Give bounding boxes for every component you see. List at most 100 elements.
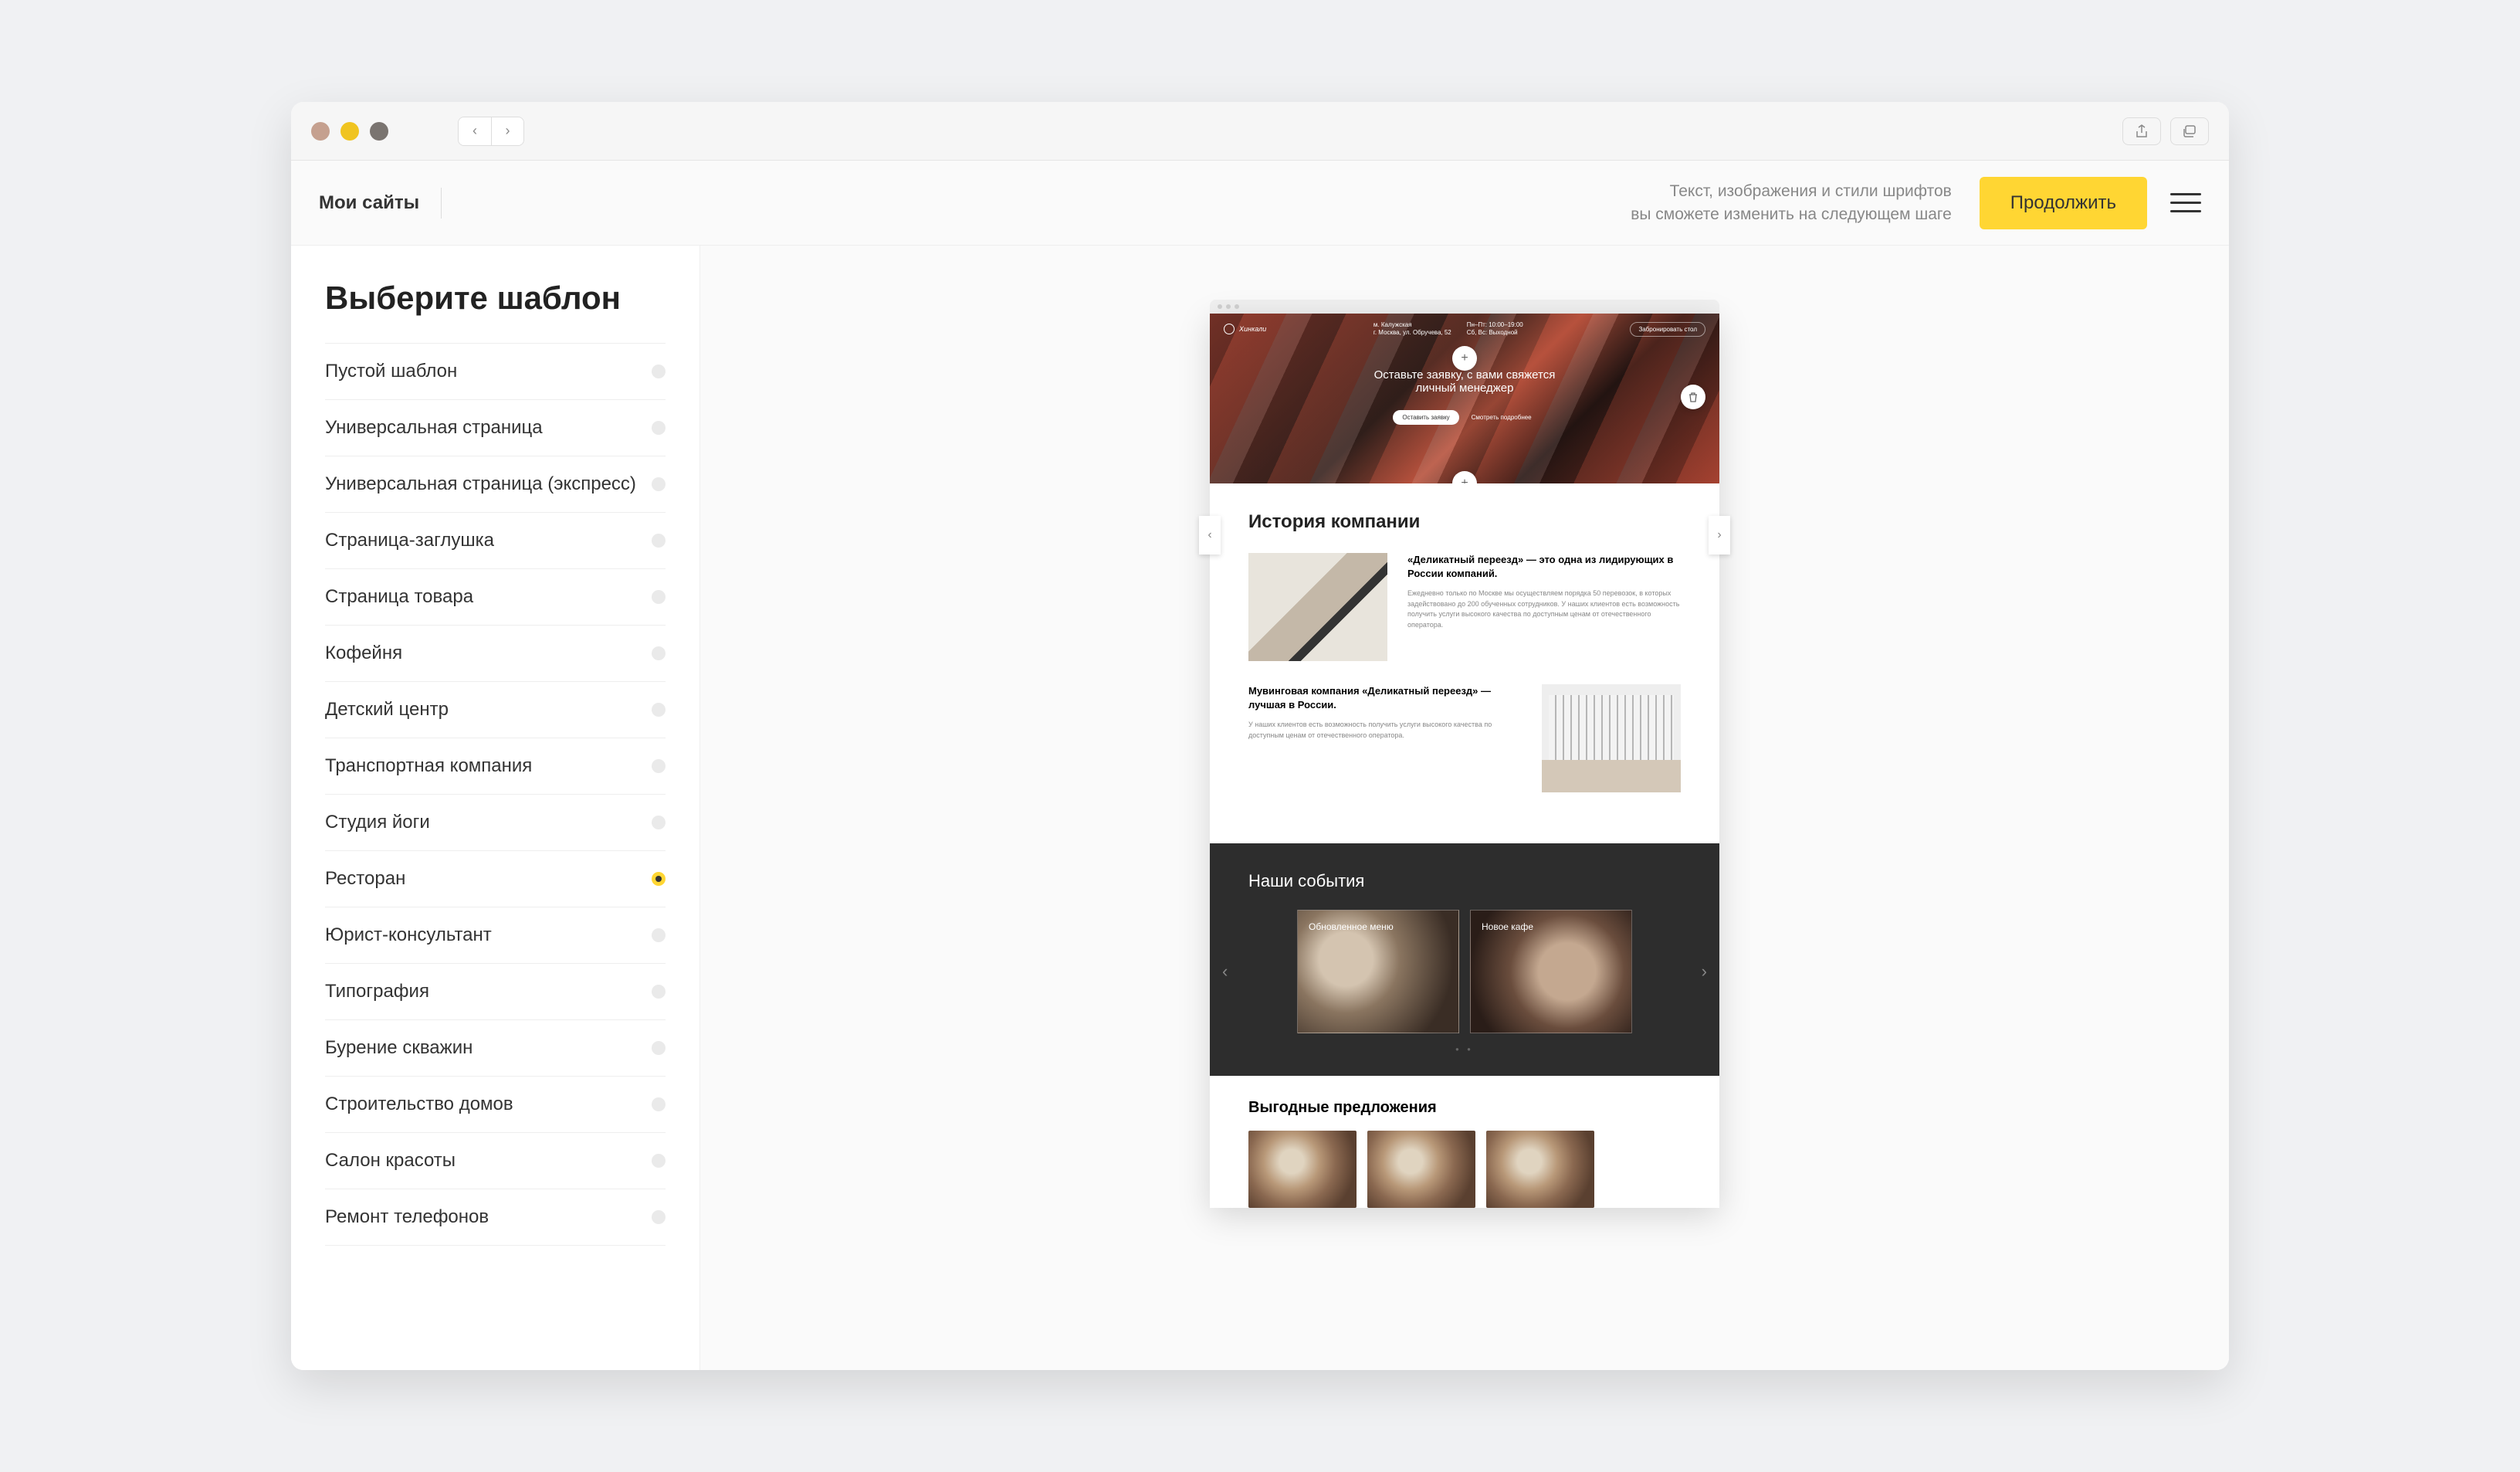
story-desc-1: Ежедневно только по Москве мы осуществля… [1407,588,1681,630]
continue-button[interactable]: Продолжить [1980,177,2147,229]
sidebar-title: Выберите шаблон [325,280,666,317]
template-label: Типография [325,981,429,1002]
template-label: Ресторан [325,868,405,890]
header-hint: Текст, изображения и стили шрифтов вы см… [1631,180,1952,226]
event-card[interactable]: Обновленное меню [1297,910,1459,1033]
story-section: История компании «Деликатный переезд» — … [1210,483,1719,843]
tabs-icon[interactable] [2170,117,2209,145]
template-item[interactable]: Пустой шаблон [325,343,666,400]
offer-image [1486,1131,1594,1208]
window-maximize[interactable] [370,122,388,141]
template-item[interactable]: Типография [325,964,666,1020]
story-heading-1: «Деликатный переезд» — это одна из лидир… [1407,553,1681,581]
story-image-1 [1248,553,1387,661]
story-desc-2: У наших клиентов есть возможность получи… [1248,720,1522,741]
template-label: Универсальная страница (экспресс) [325,473,636,495]
cta-primary[interactable]: Оставить заявку [1393,410,1458,425]
hero-title: Оставьте заявку, с вами свяжется личный … [1210,368,1719,395]
window-close[interactable] [311,122,330,141]
template-item[interactable]: Ресторан [325,851,666,907]
preview-body: + + Хинкали м. Калужскаяг. Москва, ул. О [1210,314,1719,1208]
radio-icon[interactable] [652,816,666,829]
share-icon[interactable] [2122,117,2161,145]
radio-icon[interactable] [652,928,666,942]
carousel-dots[interactable]: ● ● [1248,1046,1681,1053]
hero-section: + + Хинкали м. Калужскаяг. Москва, ул. О [1210,314,1719,483]
radio-icon[interactable] [652,985,666,999]
nav-back[interactable]: ‹ [459,117,491,145]
preview-prev[interactable]: ‹ [1199,516,1221,555]
add-block-icon[interactable]: + [1452,346,1477,371]
contact-info: м. Калужскаяг. Москва, ул. Обручева, 52 … [1373,321,1523,337]
radio-icon[interactable] [652,534,666,548]
nav-forward[interactable]: › [491,117,523,145]
offers-section: Выгодные предложения [1210,1076,1719,1208]
story-title: История компании [1248,511,1681,533]
template-label: Транспортная компания [325,755,532,777]
app-body: Выберите шаблон Пустой шаблон Универсальн… [291,246,2229,1370]
preview-frame: ‹ › + + Хинкали [1210,300,1719,1370]
template-item[interactable]: Строительство домов [325,1077,666,1133]
events-section: Наши события ‹ Обновленное меню Новое ка… [1210,843,1719,1076]
radio-icon[interactable] [652,1041,666,1055]
events-prev-icon[interactable]: ‹ [1222,962,1228,982]
template-label: Пустой шаблон [325,361,457,382]
radio-icon[interactable] [652,1210,666,1224]
titlebar: ‹ › [291,102,2229,161]
radio-icon[interactable] [652,421,666,435]
template-label: Строительство домов [325,1094,513,1115]
template-item[interactable]: Салон красоты [325,1133,666,1189]
traffic-lights [311,122,388,141]
template-item[interactable]: Универсальная страница [325,400,666,456]
radio-icon[interactable] [652,703,666,717]
template-item[interactable]: Транспортная компания [325,738,666,795]
radio-icon[interactable] [652,872,666,886]
radio-icon[interactable] [652,759,666,773]
template-label: Детский центр [325,699,449,721]
template-item[interactable]: Юрист-консультант [325,907,666,964]
nav-arrows: ‹ › [458,117,524,146]
template-item[interactable]: Универсальная страница (экспресс) [325,456,666,513]
story-heading-2: Мувинговая компания «Деликатный переезд»… [1248,684,1522,712]
radio-icon[interactable] [652,1154,666,1168]
my-sites-link[interactable]: Мои сайты [319,188,442,219]
template-label: Страница-заглушка [325,530,494,551]
template-label: Кофейня [325,643,402,664]
template-item[interactable]: Кофейня [325,626,666,682]
story-image-2 [1542,684,1681,792]
window-minimize[interactable] [340,122,359,141]
site-logo: Хинкали [1224,324,1266,334]
template-label: Ремонт телефонов [325,1206,489,1228]
preview-area: ‹ › + + Хинкали [700,246,2229,1370]
reserve-button[interactable]: Забронировать стол [1630,322,1705,337]
app-header: Мои сайты Текст, изображения и стили шри… [291,161,2229,246]
radio-icon[interactable] [652,365,666,378]
template-list: Пустой шаблон Универсальная страница Униве… [325,343,666,1246]
offer-image [1248,1131,1357,1208]
radio-icon[interactable] [652,1097,666,1111]
menu-icon[interactable] [2170,188,2201,219]
event-card[interactable]: Новое кафе [1470,910,1632,1033]
template-item[interactable]: Студия йоги [325,795,666,851]
template-item[interactable]: Бурение скважин [325,1020,666,1077]
preview-tabs [1210,300,1719,314]
template-label: Страница товара [325,586,473,608]
template-label: Бурение скважин [325,1037,472,1059]
radio-icon[interactable] [652,590,666,604]
offers-title: Выгодные предложения [1248,1099,1681,1117]
events-next-icon[interactable]: › [1702,962,1707,982]
template-item[interactable]: Страница-заглушка [325,513,666,569]
browser-window: ‹ › Мои сайты Текст, изображения и стили… [291,102,2229,1370]
template-label: Юрист-консультант [325,924,492,946]
cta-secondary[interactable]: Смотреть подробнее [1467,410,1536,425]
template-item[interactable]: Ремонт телефонов [325,1189,666,1246]
template-item[interactable]: Страница товара [325,569,666,626]
preview-next[interactable]: › [1709,516,1730,555]
radio-icon[interactable] [652,477,666,491]
offer-image [1367,1131,1475,1208]
radio-icon[interactable] [652,646,666,660]
template-label: Салон красоты [325,1150,456,1172]
template-item[interactable]: Детский центр [325,682,666,738]
delete-icon[interactable] [1681,385,1705,409]
add-block-bottom-icon[interactable]: + [1452,471,1477,483]
